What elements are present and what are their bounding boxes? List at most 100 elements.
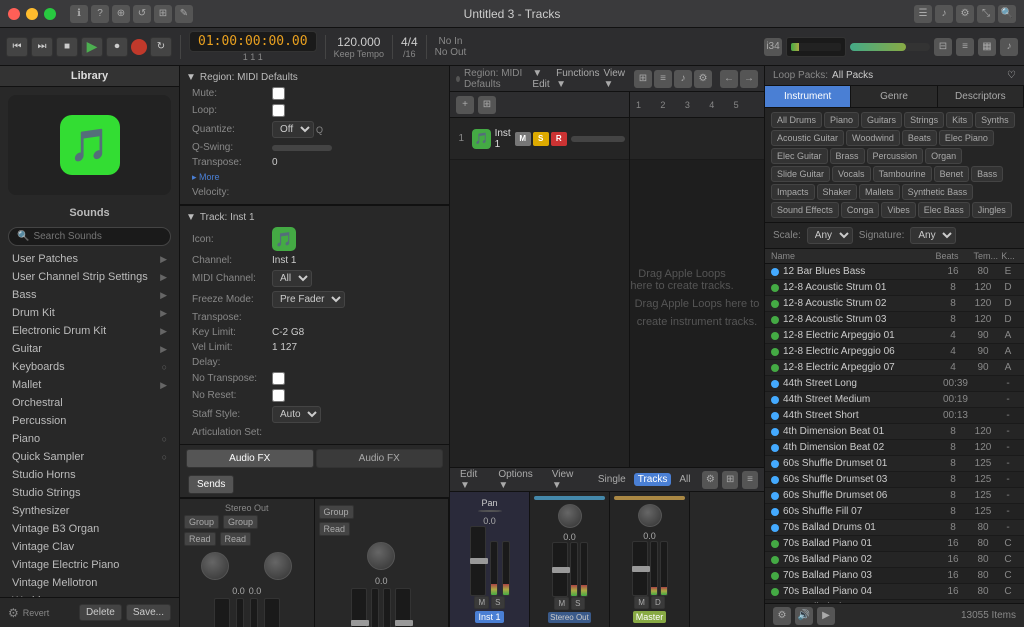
loop-item[interactable]: 12-8 Electric Arpeggio 01 4 90 A bbox=[765, 328, 1024, 344]
library-item[interactable]: Mallet▶ bbox=[0, 376, 179, 394]
kw-piano[interactable]: Piano bbox=[824, 112, 859, 128]
functions-btn[interactable]: Functions ▼ bbox=[556, 68, 599, 90]
no-reset-checkbox[interactable] bbox=[272, 389, 285, 402]
inst1-solo-btn[interactable]: S bbox=[491, 596, 504, 609]
master-mute-btn[interactable]: M bbox=[634, 596, 649, 609]
kw-sound-effects[interactable]: Sound Effects bbox=[771, 202, 839, 218]
lib-settings-icon[interactable]: ⚙ bbox=[8, 606, 19, 620]
kw-acoustic-guitar[interactable]: Acoustic Guitar bbox=[771, 130, 844, 146]
stereo-read-btn[interactable]: Read bbox=[319, 522, 351, 536]
library-item[interactable]: Percussion bbox=[0, 412, 179, 430]
loop-item[interactable]: 4th Dimension Beat 02 8 120 - bbox=[765, 440, 1024, 456]
loop-item[interactable]: 4th Dimension Beat 01 8 120 - bbox=[765, 424, 1024, 440]
group-btn2[interactable]: Group bbox=[223, 515, 258, 529]
library-toggle[interactable]: ☰ bbox=[914, 5, 932, 23]
search-icon[interactable]: 🔍 bbox=[998, 5, 1016, 23]
editors-icon[interactable]: ≡ bbox=[956, 38, 974, 56]
scale-select[interactable]: Any bbox=[807, 227, 853, 244]
kw-kits[interactable]: Kits bbox=[946, 112, 973, 128]
loop-item[interactable]: 44th Street Short 00:13 - bbox=[765, 408, 1024, 424]
audio-fx-tab2[interactable]: Audio FX bbox=[316, 449, 444, 468]
kw-organ[interactable]: Organ bbox=[925, 148, 962, 164]
info-icon[interactable]: ℹ bbox=[70, 5, 88, 23]
kw-elec-guitar[interactable]: Elec Guitar bbox=[771, 148, 828, 164]
kw-synthetic-bass[interactable]: Synthetic Bass bbox=[902, 184, 974, 200]
loops-fav-icon[interactable]: ♡ bbox=[1007, 70, 1016, 81]
cycle-button[interactable]: ↻ bbox=[150, 37, 172, 57]
genre-tab[interactable]: Genre bbox=[851, 86, 937, 107]
loops-speaker-icon[interactable]: 🔊 bbox=[795, 607, 813, 625]
stereo-pan-knob[interactable] bbox=[367, 542, 395, 570]
edit-icon[interactable]: ✎ bbox=[175, 5, 193, 23]
library-item[interactable]: User Patches▶ bbox=[0, 250, 179, 268]
loops-vol-icon[interactable]: ▶ bbox=[817, 607, 835, 625]
inst1-pan-knob[interactable] bbox=[478, 510, 502, 512]
mixer-list-icon[interactable]: ≡ bbox=[742, 471, 758, 489]
play-button[interactable]: ▶ bbox=[81, 37, 103, 57]
loop-item[interactable]: 12-8 Acoustic Strum 02 8 120 D bbox=[765, 296, 1024, 312]
loops-icon[interactable]: ♪ bbox=[1000, 38, 1018, 56]
kw-strings[interactable]: Strings bbox=[904, 112, 944, 128]
record-button[interactable] bbox=[131, 39, 147, 55]
search-input[interactable] bbox=[33, 231, 165, 242]
grid-icon[interactable]: ⊞ bbox=[634, 70, 652, 88]
qswing-slider[interactable] bbox=[272, 145, 332, 151]
master-fader[interactable] bbox=[632, 541, 648, 596]
loop-item[interactable]: 44th Street Long 00:39 - bbox=[765, 376, 1024, 392]
midi-icon[interactable]: ⊕ bbox=[112, 5, 130, 23]
library-item[interactable]: Guitar▶ bbox=[0, 340, 179, 358]
kw-bass[interactable]: Bass bbox=[971, 166, 1003, 182]
sends-tab[interactable]: Sends bbox=[188, 475, 234, 494]
library-item[interactable]: Synthesizer bbox=[0, 502, 179, 520]
library-item[interactable]: Electronic Drum Kit▶ bbox=[0, 322, 179, 340]
loop-item[interactable]: 12 Bar Blues Bass 16 80 E bbox=[765, 264, 1024, 280]
settings-icon2[interactable]: ⚙ bbox=[694, 70, 712, 88]
loop-item[interactable]: 60s Shuffle Drumset 01 8 125 - bbox=[765, 456, 1024, 472]
stereo-out-fader[interactable] bbox=[552, 542, 568, 597]
track-icon[interactable]: 🎵 bbox=[272, 227, 296, 251]
single-btn[interactable]: Single bbox=[594, 473, 630, 486]
loop-item[interactable]: 70s Ballad Piano 02 16 80 C bbox=[765, 552, 1024, 568]
read-btn1[interactable]: Read bbox=[184, 532, 216, 546]
more-toggle[interactable]: ▸ More bbox=[186, 170, 443, 185]
quantize-select[interactable]: Off bbox=[272, 121, 314, 138]
stop-button[interactable]: ■ bbox=[56, 37, 78, 57]
library-item[interactable]: Vintage Mellotron bbox=[0, 574, 179, 592]
stereo-solo-btn2[interactable]: S bbox=[571, 597, 584, 610]
kw-elec-piano[interactable]: Elec Piano bbox=[939, 130, 994, 146]
loop-item[interactable]: 12-8 Acoustic Strum 03 8 120 D bbox=[765, 312, 1024, 328]
midi-channel-select[interactable]: All bbox=[272, 270, 312, 287]
mix-icon[interactable]: ⊞ bbox=[154, 5, 172, 23]
all-btn[interactable]: All bbox=[675, 473, 694, 486]
kw-all-drums[interactable]: All Drums bbox=[771, 112, 822, 128]
inst1-fader[interactable] bbox=[470, 526, 486, 596]
library-item[interactable]: Vintage B3 Organ bbox=[0, 520, 179, 538]
kw-mallets[interactable]: Mallets bbox=[859, 184, 900, 200]
forward-button[interactable]: ⏭ bbox=[31, 37, 53, 57]
smart-controls-icon[interactable]: ⊟ bbox=[934, 38, 952, 56]
track-record-btn[interactable]: R bbox=[551, 132, 567, 146]
loop-browser-icon[interactable]: ♪ bbox=[674, 70, 692, 88]
kw-conga[interactable]: Conga bbox=[841, 202, 880, 218]
kw-vocals[interactable]: Vocals bbox=[832, 166, 871, 182]
loop-item[interactable]: 70s Ballad Drums 01 8 80 - bbox=[765, 520, 1024, 536]
library-item[interactable]: Vintage Clav bbox=[0, 538, 179, 556]
view-btn-top[interactable]: View ▼ bbox=[603, 68, 626, 90]
help-icon[interactable]: ? bbox=[91, 5, 109, 23]
no-transpose-checkbox[interactable] bbox=[272, 372, 285, 385]
maximize-button[interactable] bbox=[44, 8, 56, 20]
edit-btn-top[interactable]: ▼ Edit bbox=[532, 68, 552, 90]
read-btn2[interactable]: Read bbox=[220, 532, 252, 546]
kw-percussion[interactable]: Percussion bbox=[867, 148, 924, 164]
library-item[interactable]: Bass▶ bbox=[0, 286, 179, 304]
rewind-button[interactable]: ⏮ bbox=[6, 37, 28, 57]
tracks-btn[interactable]: Tracks bbox=[634, 473, 672, 486]
master-volume[interactable] bbox=[850, 43, 930, 51]
library-item[interactable]: Keyboards○ bbox=[0, 358, 179, 376]
library-item[interactable]: Vintage Electric Piano bbox=[0, 556, 179, 574]
revert-btn[interactable]: Revert bbox=[23, 608, 75, 618]
kw-synths[interactable]: Synths bbox=[975, 112, 1015, 128]
zoom-icon[interactable]: ⤡ bbox=[977, 5, 995, 23]
stereo-mute-btn2[interactable]: M bbox=[554, 597, 569, 610]
list-icon[interactable]: ≡ bbox=[654, 70, 672, 88]
